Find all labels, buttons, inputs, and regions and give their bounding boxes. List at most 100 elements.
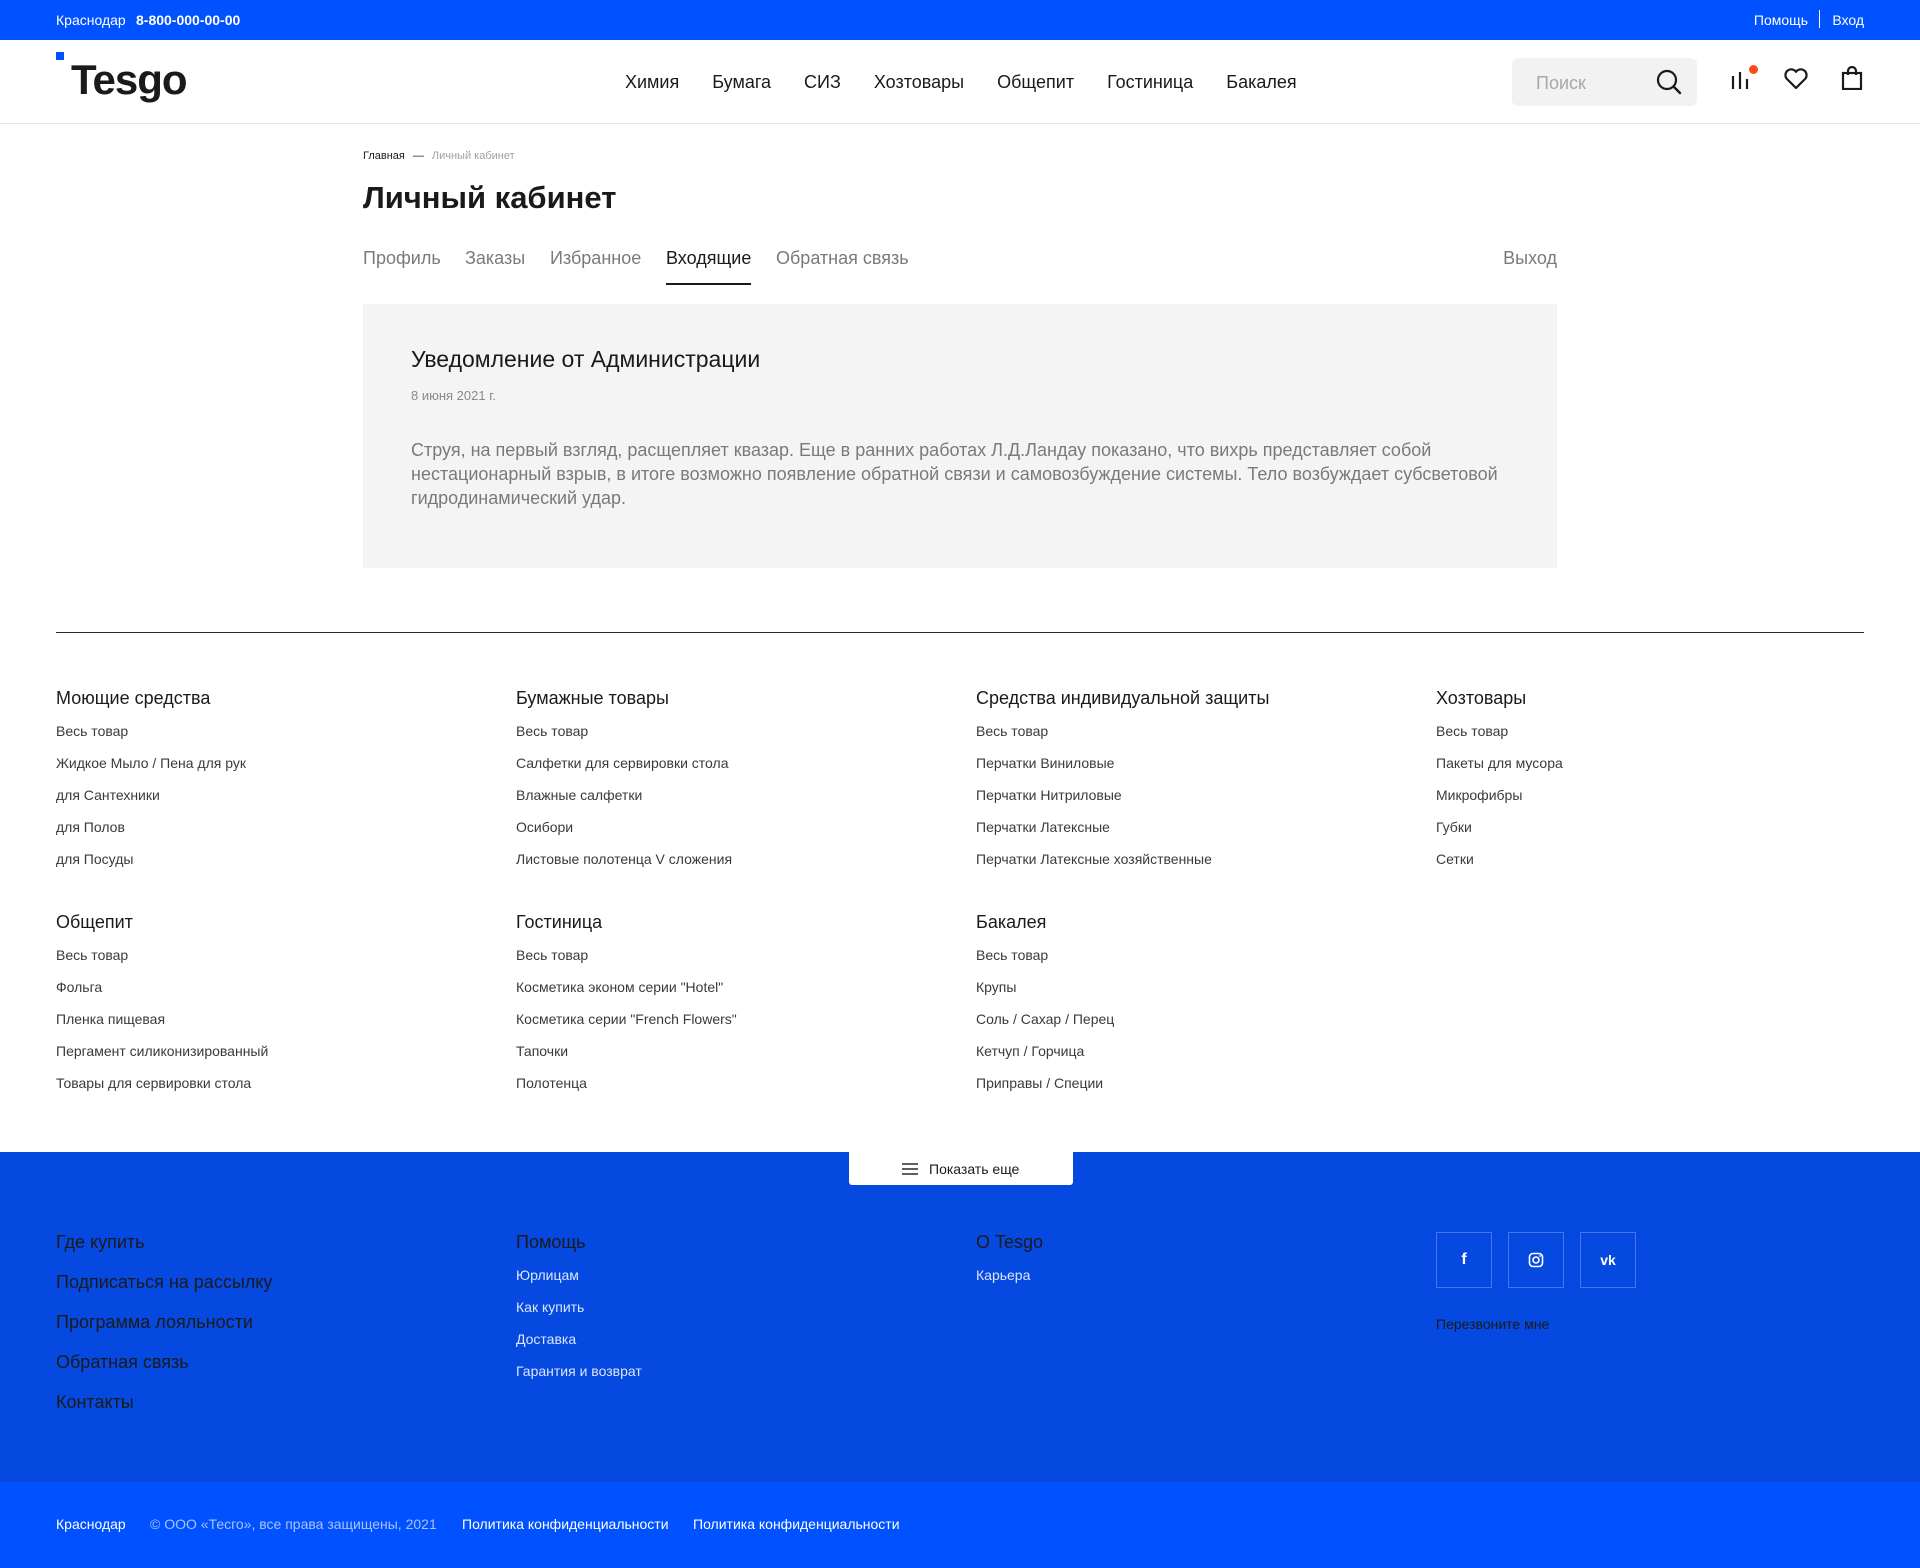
catalog-link[interactable]: Осибори <box>516 819 956 851</box>
login-link[interactable]: Вход <box>1832 12 1864 28</box>
tab-inbox[interactable]: Входящие <box>666 248 752 285</box>
breadcrumb: Главная — Личный кабинет <box>363 150 515 162</box>
catalog-link[interactable]: Весь товар <box>516 723 956 755</box>
catalog-link[interactable]: Товары для сервировки стола <box>56 1075 496 1107</box>
catalog-link[interactable]: Весь товар <box>1436 723 1876 755</box>
nav-item-ppe[interactable]: СИЗ <box>804 72 841 93</box>
catalog-link[interactable]: для Посуды <box>56 851 496 883</box>
phone-number[interactable]: 8-800-000-00-00 <box>136 12 240 28</box>
tab-orders[interactable]: Заказы <box>465 248 525 269</box>
footer-help-column: Помощь Юрлицам Как купить Доставка Гаран… <box>516 1232 642 1395</box>
footer-link-contacts[interactable]: Контакты <box>56 1392 272 1432</box>
catalog-column-paper: Бумажные товары Весь товар Салфетки для … <box>516 688 956 883</box>
footer-link-subscribe[interactable]: Подписаться на рассылку <box>56 1272 272 1312</box>
catalog-link[interactable]: Косметика эконом серии "Hotel" <box>516 979 956 1011</box>
message-card[interactable]: Уведомление от Администрации 8 июня 2021… <box>363 304 1557 568</box>
footer-link[interactable]: Доставка <box>516 1331 642 1363</box>
section-divider <box>56 632 1864 633</box>
catalog-link[interactable]: Микрофибры <box>1436 787 1876 819</box>
nav-item-household[interactable]: Хозтовары <box>874 72 964 93</box>
catalog-column-hotel: Гостиница Весь товар Косметика эконом се… <box>516 912 956 1107</box>
privacy-policy-link[interactable]: Политика конфиденциальности <box>462 1516 669 1532</box>
tab-profile[interactable]: Профиль <box>363 248 441 269</box>
footer-help-title[interactable]: Помощь <box>516 1232 642 1253</box>
breadcrumb-current: Личный кабинет <box>431 150 515 162</box>
catalog-link[interactable]: Пергамент силиконизированный <box>56 1043 496 1075</box>
main-nav: Химия Бумага СИЗ Хозтовары Общепит Гости… <box>625 72 1297 93</box>
show-more-button[interactable]: Показать еще <box>849 1152 1073 1185</box>
catalog-column-title[interactable]: Общепит <box>56 912 496 933</box>
footer-link-where-to-buy[interactable]: Где купить <box>56 1232 272 1272</box>
breadcrumb-home[interactable]: Главная <box>363 150 405 162</box>
message-title: Уведомление от Администрации <box>411 346 761 372</box>
catalog-column-title[interactable]: Моющие средства <box>56 688 496 709</box>
call-me-link[interactable]: Перезвоните мне <box>1436 1316 1549 1332</box>
footer-link[interactable]: Как купить <box>516 1299 642 1331</box>
tab-favorites[interactable]: Избранное <box>550 248 641 269</box>
footer-about-title[interactable]: О Tesgo <box>976 1232 1043 1253</box>
search-input[interactable]: Поиск <box>1512 58 1697 106</box>
catalog-link[interactable]: для Сантехники <box>56 787 496 819</box>
instagram-icon[interactable] <box>1508 1232 1564 1288</box>
catalog-link[interactable]: Жидкое Мыло / Пена для рук <box>56 755 496 787</box>
catalog-link[interactable]: Фольга <box>56 979 496 1011</box>
footer-link-career[interactable]: Карьера <box>976 1267 1043 1299</box>
catalog-link[interactable]: Соль / Сахар / Перец <box>976 1011 1416 1043</box>
footer-link-loyalty[interactable]: Программа лояльности <box>56 1312 272 1352</box>
nav-item-catering[interactable]: Общепит <box>997 72 1074 93</box>
catalog-link[interactable]: Кетчуп / Горчица <box>976 1043 1416 1075</box>
logout-link[interactable]: Выход <box>1503 248 1557 269</box>
catalog-link[interactable]: Весь товар <box>976 947 1416 979</box>
nav-item-chemistry[interactable]: Химия <box>625 72 679 93</box>
catalog-link[interactable]: Весь товар <box>976 723 1416 755</box>
city-selector[interactable]: Краснодар <box>56 12 126 28</box>
catalog-link[interactable]: Пленка пищевая <box>56 1011 496 1043</box>
catalog-link[interactable]: Весь товар <box>516 947 956 979</box>
nav-item-paper[interactable]: Бумага <box>712 72 771 93</box>
catalog-link[interactable]: Весь товар <box>56 723 496 755</box>
facebook-icon[interactable]: f <box>1436 1232 1492 1288</box>
footer <box>0 1152 1920 1482</box>
help-link[interactable]: Помощь <box>1754 12 1808 28</box>
catalog-link[interactable]: Перчатки Нитриловые <box>976 787 1416 819</box>
catalog-column-title[interactable]: Хозтовары <box>1436 688 1876 709</box>
catalog-link[interactable]: Весь товар <box>56 947 496 979</box>
bag-icon[interactable] <box>1841 66 1863 90</box>
footer-link[interactable]: Юрлицам <box>516 1267 642 1299</box>
nav-item-grocery[interactable]: Бакалея <box>1226 72 1296 93</box>
search-placeholder: Поиск <box>1536 73 1586 93</box>
divider <box>1819 10 1820 28</box>
catalog-link[interactable]: Губки <box>1436 819 1876 851</box>
catalog-link[interactable]: Приправы / Специи <box>976 1075 1416 1107</box>
catalog-link[interactable]: Листовые полотенца V сложения <box>516 851 956 883</box>
catalog-link[interactable]: Косметика серии "French Flowers" <box>516 1011 956 1043</box>
catalog-link[interactable]: Сетки <box>1436 851 1876 883</box>
catalog-link[interactable]: Перчатки Виниловые <box>976 755 1416 787</box>
catalog-link[interactable]: Полотенца <box>516 1075 956 1107</box>
heart-icon[interactable] <box>1783 68 1809 90</box>
compare-badge <box>1749 65 1758 74</box>
catalog-link[interactable]: Пакеты для мусора <box>1436 755 1876 787</box>
bottom-city[interactable]: Краснодар <box>56 1516 126 1532</box>
catalog-column-title[interactable]: Бумажные товары <box>516 688 956 709</box>
footer-link-feedback[interactable]: Обратная связь <box>56 1352 272 1392</box>
compare-icon[interactable] <box>1730 68 1750 90</box>
search-icon[interactable] <box>1656 69 1682 95</box>
tab-feedback[interactable]: Обратная связь <box>776 248 909 269</box>
catalog-column-title[interactable]: Бакалея <box>976 912 1416 933</box>
catalog-column-title[interactable]: Гостиница <box>516 912 956 933</box>
catalog-link[interactable]: Перчатки Латексные хозяйственные <box>976 851 1416 883</box>
vk-icon[interactable]: vk <box>1580 1232 1636 1288</box>
catalog-link[interactable]: для Полов <box>56 819 496 851</box>
catalog-link[interactable]: Перчатки Латексные <box>976 819 1416 851</box>
catalog-link[interactable]: Крупы <box>976 979 1416 1011</box>
footer-about-column: О Tesgo Карьера <box>976 1232 1043 1299</box>
catalog-column-title[interactable]: Средства индивидуальной защиты <box>976 688 1416 709</box>
catalog-link[interactable]: Салфетки для сервировки стола <box>516 755 956 787</box>
privacy-policy-link[interactable]: Политика конфиденциальности <box>693 1516 900 1532</box>
catalog-link[interactable]: Влажные салфетки <box>516 787 956 819</box>
catalog-column-ppe: Средства индивидуальной защиты Весь това… <box>976 688 1416 883</box>
nav-item-hotel[interactable]: Гостиница <box>1107 72 1193 93</box>
footer-link[interactable]: Гарантия и возврат <box>516 1363 642 1395</box>
catalog-link[interactable]: Тапочки <box>516 1043 956 1075</box>
